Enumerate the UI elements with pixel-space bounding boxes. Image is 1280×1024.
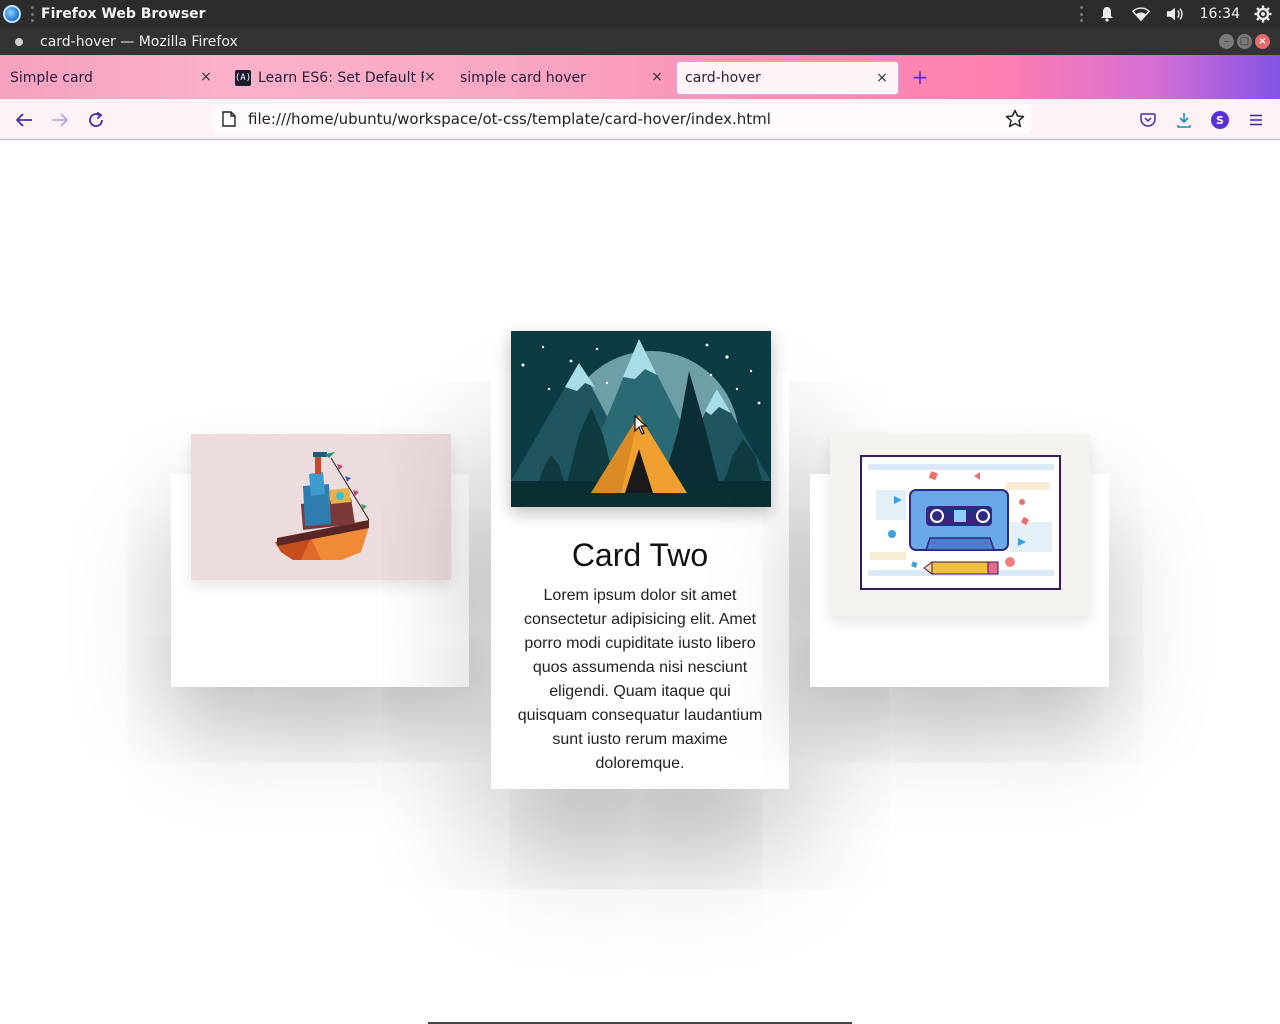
card-three[interactable] [810, 434, 1109, 687]
tab-strip: Simple card × (A) Learn ES6: Set Default… [0, 55, 1280, 99]
system-top-bar: Firefox Web Browser 16:34 [0, 0, 1280, 28]
bookmark-star-icon[interactable] [1005, 109, 1025, 129]
tab-close-button[interactable]: × [874, 70, 890, 86]
app-menu-dots-icon [31, 6, 35, 22]
tray-dots-icon [1079, 6, 1084, 22]
forward-button[interactable] [48, 108, 72, 132]
card-title: Card Two [571, 537, 709, 573]
tab-close-button[interactable]: × [649, 69, 665, 85]
tab-label: card-hover [685, 70, 761, 86]
page-icon [222, 111, 236, 127]
tab-label: Simple card [10, 70, 93, 86]
tab-label: Learn ES6: Set Default Pa [258, 70, 424, 86]
url-text[interactable]: file:///home/ubuntu/workspace/ot-css/tem… [248, 110, 771, 128]
card-description: Lorem ipsum dolor sit amet consectetur a… [517, 587, 763, 772]
window-title: card-hover — Mozilla Firefox [40, 33, 238, 50]
card-one[interactable] [171, 434, 469, 687]
tab-close-button[interactable]: × [198, 69, 214, 85]
url-bar[interactable]: file:///home/ubuntu/workspace/ot-css/tem… [213, 104, 1031, 134]
tab-card-hover[interactable]: card-hover × [676, 61, 899, 95]
freecodecamp-favicon-icon: (A) [235, 70, 251, 86]
boat-illustration [191, 434, 451, 580]
tab-simple-card-hover[interactable]: simple card hover × [451, 61, 673, 95]
bell-icon[interactable] [1098, 5, 1116, 23]
active-app-name[interactable]: Firefox Web Browser [41, 6, 206, 22]
firefox-app-icon[interactable] [3, 5, 21, 23]
volume-icon[interactable] [1166, 5, 1184, 23]
system-tray: 16:34 [1079, 0, 1280, 28]
tab-learn-es6[interactable]: (A) Learn ES6: Set Default Pa × [226, 61, 446, 95]
window-controls: – □ × [1219, 34, 1270, 49]
page-viewport: Card Two Lorem ipsum dolor sit amet cons… [0, 140, 1280, 1024]
reload-button[interactable] [84, 108, 108, 132]
mouse-cursor-icon [634, 415, 648, 435]
navigation-bar: file:///home/ubuntu/workspace/ot-css/tem… [0, 99, 1280, 140]
pocket-icon[interactable] [1136, 108, 1160, 132]
maximize-button[interactable]: □ [1237, 34, 1252, 49]
cassette-tape-illustration [830, 434, 1090, 616]
back-button[interactable] [12, 108, 36, 132]
window-indicator-icon [15, 37, 23, 46]
wifi-icon[interactable] [1131, 5, 1150, 23]
tab-simple-card[interactable]: Simple card × [0, 61, 222, 95]
tab-close-button[interactable]: × [422, 69, 438, 85]
downloads-icon[interactable] [1172, 108, 1196, 132]
power-settings-icon[interactable] [1254, 5, 1272, 23]
tab-label: simple card hover [460, 70, 586, 86]
avatar: S [1211, 111, 1229, 129]
minimize-button[interactable]: – [1219, 34, 1234, 49]
app-menu-button[interactable] [1244, 108, 1268, 132]
new-tab-button[interactable]: + [909, 66, 931, 88]
window-title-bar[interactable]: card-hover — Mozilla Firefox – □ × [0, 28, 1280, 55]
account-avatar-button[interactable]: S [1208, 108, 1232, 132]
close-window-button[interactable]: × [1255, 34, 1270, 49]
system-clock[interactable]: 16:34 [1200, 6, 1240, 22]
